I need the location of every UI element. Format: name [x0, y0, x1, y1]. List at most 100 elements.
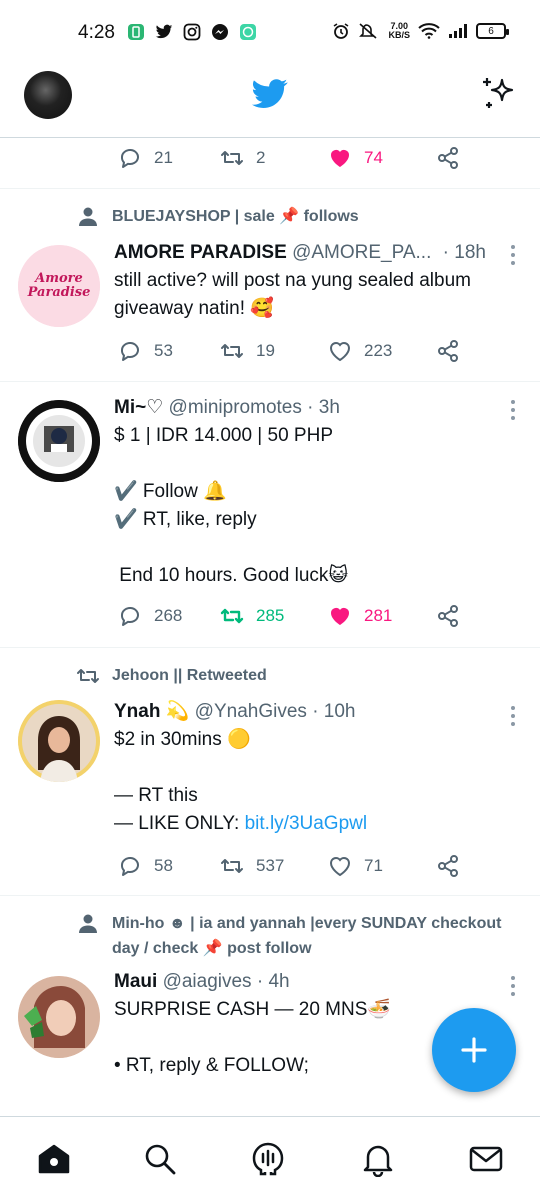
like-button[interactable]: 71 [328, 854, 383, 878]
tweet-author-handle[interactable]: @aiagives [163, 971, 252, 992]
retweet-icon [77, 669, 99, 683]
tweet-avatar[interactable] [18, 400, 100, 482]
tweet[interactable]: Jehoon || Retweeted Ynah 💫 @YnahGives · … [0, 647, 540, 895]
like-count: 74 [364, 148, 383, 167]
reply-count: 21 [154, 148, 173, 167]
reply-button[interactable]: 53 [118, 339, 173, 363]
tweet-author-handle[interactable]: @minipromotes [169, 397, 302, 418]
like-button[interactable]: 281 [328, 604, 392, 628]
nav-notifications[interactable] [358, 1139, 398, 1179]
share-icon [438, 147, 458, 169]
wifi-icon [418, 23, 440, 39]
tweet-context-text: Min-ho ☻ | ia and yannah |every SUNDAY c… [112, 915, 502, 957]
tweet-author-name[interactable]: AMORE PARADISE [114, 242, 287, 263]
like-count: 223 [364, 341, 393, 360]
tweet-actions: 58 537 71 [0, 854, 540, 894]
tweet-avatar[interactable]: Amore Paradise [18, 245, 100, 327]
twitter-icon [154, 22, 174, 42]
tweet-actions: 53 19 223 [0, 339, 540, 379]
nav-spaces[interactable] [248, 1139, 288, 1179]
status-right: 7.00 KB/S 6 [332, 22, 509, 40]
sparkle-icon[interactable] [480, 74, 518, 112]
compose-plus-icon [461, 1037, 487, 1063]
retweet-button[interactable]: 285 [220, 604, 284, 628]
nav-search[interactable] [140, 1139, 180, 1179]
tweet-time: · 4h [256, 971, 290, 992]
bottom-navigation [0, 1116, 540, 1200]
tweet-text: $2 in 30mins 🟡 — RT this — LIKE ONLY: bit.… [114, 726, 500, 838]
retweet-icon [221, 151, 243, 165]
tweet-context: BLUEJAYSHOP | sale 📌 follows [76, 204, 359, 229]
tweet-time: · 3h [307, 397, 340, 418]
profile-avatar[interactable] [24, 71, 72, 119]
tweet-author-name[interactable]: Mi~♡ [114, 397, 163, 418]
tweet-context: Min-ho ☻ | ia and yannah |every SUNDAY c… [76, 911, 526, 961]
nav-messages[interactable] [466, 1139, 506, 1179]
tweet-author-handle[interactable]: @YnahGives [195, 701, 307, 722]
tweet-text-line: — RT this [114, 785, 198, 806]
share-button[interactable] [436, 854, 460, 878]
tweet-time: · 18h [442, 242, 486, 263]
retweet-button[interactable]: 19 [220, 339, 275, 363]
retweet-count: 537 [256, 856, 285, 875]
tweet-avatar[interactable] [18, 700, 100, 782]
status-app-icons [126, 22, 258, 42]
tweet-link[interactable]: bit.ly/3UaGpwl [245, 813, 368, 834]
retweet-icon [221, 859, 243, 873]
retweet-active-icon [220, 608, 244, 624]
share-button[interactable] [436, 604, 460, 628]
reply-icon [120, 857, 139, 876]
tweet[interactable]: Mi~♡ @minipromotes · 3h $ 1 | IDR 14.000… [0, 381, 540, 647]
timeline-feed[interactable]: 21 2 74 BLUEJAYSHOP | sale 📌 follows Amo… [0, 138, 540, 1116]
retweet-button[interactable]: 537 [220, 854, 284, 878]
reply-button[interactable]: 58 [118, 854, 173, 878]
more-options-icon[interactable] [510, 400, 516, 420]
reply-button[interactable]: 268 [118, 604, 182, 628]
battery-indicator: 6 [476, 23, 509, 39]
tweet-time: · 10h [312, 701, 356, 722]
reply-button[interactable]: 21 [118, 146, 173, 170]
network-speed: 7.00 KB/S [388, 22, 410, 40]
reply-icon [120, 607, 139, 626]
more-options-icon[interactable] [510, 245, 516, 265]
status-time: 4:28 [78, 22, 115, 43]
tweet-avatar[interactable] [18, 976, 100, 1058]
reply-icon [120, 342, 139, 361]
amore-paradise-logo: Amore Paradise [18, 245, 100, 327]
like-button[interactable]: 223 [328, 339, 392, 363]
retweet-button[interactable]: 2 [220, 146, 265, 170]
retweet-count: 285 [256, 606, 285, 625]
tweet-context: Jehoon || Retweeted [76, 663, 267, 688]
share-button[interactable] [436, 146, 460, 170]
more-options-icon[interactable] [510, 976, 516, 996]
like-button[interactable]: 74 [328, 146, 383, 170]
spaces-icon [252, 1142, 284, 1176]
tweet-author-name[interactable]: Maui [114, 971, 157, 992]
tweet[interactable]: BLUEJAYSHOP | sale 📌 follows Amore Parad… [0, 188, 540, 381]
tweet-text-fragment: — LIKE ONLY: [114, 813, 245, 834]
messenger-icon [210, 22, 230, 42]
person-icon [79, 914, 97, 933]
home-icon [38, 1144, 70, 1174]
heart-filled-icon [331, 608, 349, 625]
avatar-image [18, 700, 100, 782]
tweet-author-handle[interactable]: @AMORE_PA... [292, 242, 431, 263]
tweet-author-name[interactable]: Ynah 💫 [114, 701, 189, 722]
retweet-count: 19 [256, 341, 275, 360]
twitter-logo-icon [252, 79, 288, 108]
heart-icon [329, 342, 351, 362]
reply-count: 268 [154, 606, 183, 625]
nav-home[interactable] [34, 1139, 74, 1179]
svg-text:Paradise: Paradise [27, 285, 91, 300]
share-button[interactable] [436, 339, 460, 363]
svg-text:Amore: Amore [33, 271, 83, 286]
like-count: 281 [364, 606, 393, 625]
tweet-header: Ynah 💫 @YnahGives · 10h [114, 698, 500, 726]
share-icon [438, 855, 458, 877]
app-icon [126, 22, 146, 42]
tweet-text: $ 1 | IDR 14.000 | 50 PHP ✔️ Follow 🔔 ✔️… [114, 425, 349, 586]
tweet-body: Mi~♡ @minipromotes · 3h $ 1 | IDR 14.000… [114, 394, 500, 590]
heart-filled-icon [331, 150, 349, 167]
compose-tweet-button[interactable] [432, 1008, 516, 1092]
more-options-icon[interactable] [510, 706, 516, 726]
